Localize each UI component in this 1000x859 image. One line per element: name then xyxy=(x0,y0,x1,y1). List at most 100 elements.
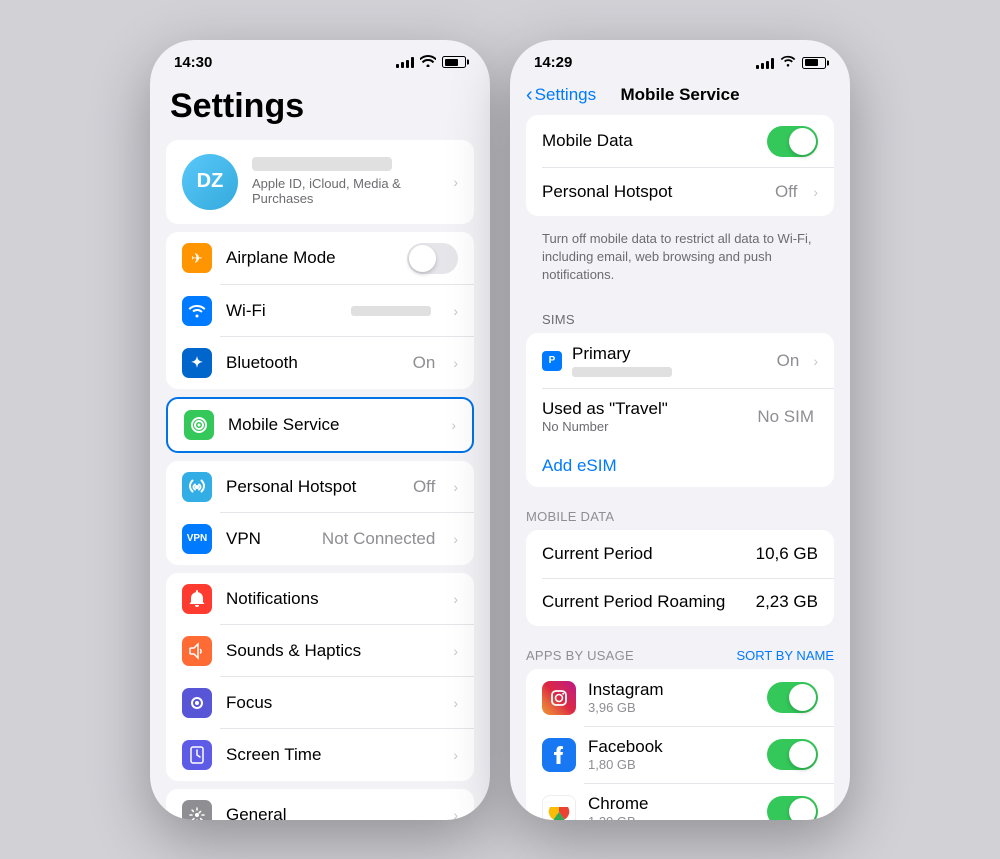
mobile-data-row[interactable]: Mobile Data xyxy=(526,115,834,168)
vpn-icon: VPN xyxy=(182,524,212,554)
apps-list: Instagram 3,96 GB Facebook 1,80 GB xyxy=(526,669,834,819)
facebook-toggle[interactable] xyxy=(767,739,818,770)
sort-by-name-button[interactable]: SORT BY NAME xyxy=(736,648,834,663)
screen-time-label: Screen Time xyxy=(226,745,439,765)
signal-bars-left xyxy=(396,56,414,68)
bluetooth-chevron-icon: › xyxy=(453,355,458,371)
current-period-roaming-row: Current Period Roaming 2,23 GB xyxy=(526,578,834,626)
left-phone: 14:30 Settings DZ xyxy=(150,40,490,820)
personal-hotspot-label: Personal Hotspot xyxy=(542,182,763,202)
current-period-value: 10,6 GB xyxy=(756,544,818,564)
current-period-roaming-label: Current Period Roaming xyxy=(542,592,744,612)
travel-text: Used as "Travel" No Number xyxy=(542,399,757,434)
chrome-info: Chrome 1,29 GB xyxy=(588,794,755,819)
current-period-roaming-value: 2,23 GB xyxy=(756,592,818,612)
current-period-row: Current Period 10,6 GB xyxy=(526,530,834,578)
primary-sim-value: On xyxy=(777,351,800,371)
status-bar-left: 14:30 xyxy=(150,40,490,79)
notifications-chevron-icon: › xyxy=(453,591,458,607)
apps-by-usage-header: APPS BY USAGE SORT BY NAME xyxy=(510,634,850,669)
general-icon xyxy=(182,800,212,820)
settings-group-connectivity: ✈ Airplane Mode Wi-Fi › xyxy=(166,232,474,389)
time-left: 14:30 xyxy=(174,54,212,71)
settings-group-hotspot-vpn: Personal Hotspot Off › VPN VPN Not Conne… xyxy=(166,461,474,565)
instagram-info: Instagram 3,96 GB xyxy=(588,680,755,715)
sounds-icon xyxy=(182,636,212,666)
instagram-icon xyxy=(542,681,576,715)
settings-row-vpn[interactable]: VPN VPN Not Connected › xyxy=(166,513,474,565)
sim-badge: P xyxy=(542,351,562,371)
general-label: General xyxy=(226,805,439,820)
primary-sim-row[interactable]: P Primary On › xyxy=(526,333,834,388)
mobile-service-chevron-icon: › xyxy=(451,417,456,433)
settings-row-notifications[interactable]: Notifications › xyxy=(166,573,474,625)
wifi-value-blur xyxy=(351,306,431,316)
sims-section: P Primary On › Used as "Travel" No xyxy=(526,333,834,487)
mobile-data-toggle[interactable] xyxy=(767,126,818,157)
mobile-data-header-label: MOBILE DATA xyxy=(526,509,614,524)
mobile-service-label: Mobile Service xyxy=(228,415,437,435)
settings-row-focus[interactable]: Focus › xyxy=(166,677,474,729)
detail-content[interactable]: Mobile Data Personal Hotspot Off › Turn … xyxy=(510,115,850,820)
instagram-size: 3,96 GB xyxy=(588,700,755,715)
notifications-label: Notifications xyxy=(226,589,439,609)
settings-row-wifi[interactable]: Wi-Fi › xyxy=(166,285,474,337)
settings-row-screen-time[interactable]: Screen Time › xyxy=(166,729,474,781)
apps-by-usage-label: APPS BY USAGE xyxy=(526,648,634,663)
facebook-info: Facebook 1,80 GB xyxy=(588,737,755,772)
vpn-value: Not Connected xyxy=(322,529,435,549)
airplane-toggle[interactable] xyxy=(407,243,458,274)
settings-group-system: Notifications › Sounds & Haptics › xyxy=(166,573,474,781)
page-title: Mobile Service xyxy=(600,85,760,105)
settings-row-hotspot[interactable]: Personal Hotspot Off › xyxy=(166,461,474,513)
travel-sim-row[interactable]: Used as "Travel" No Number No SIM xyxy=(526,388,834,445)
wifi-icon-left xyxy=(420,55,436,70)
bluetooth-icon: ✦ xyxy=(182,348,212,378)
mobile-data-label: Mobile Data xyxy=(542,131,755,151)
bluetooth-value: On xyxy=(413,353,436,373)
airplane-label: Airplane Mode xyxy=(226,248,393,268)
battery-icon-right xyxy=(802,57,826,69)
personal-hotspot-chevron-icon: › xyxy=(813,184,818,200)
screen-time-chevron-icon: › xyxy=(453,747,458,763)
hotspot-icon xyxy=(182,472,212,502)
facebook-icon xyxy=(542,738,576,772)
bluetooth-label: Bluetooth xyxy=(226,353,399,373)
app-row-instagram[interactable]: Instagram 3,96 GB xyxy=(526,669,834,726)
instagram-toggle[interactable] xyxy=(767,682,818,713)
notifications-icon xyxy=(182,584,212,614)
status-icons-left xyxy=(396,55,466,70)
sim-number-blur xyxy=(572,367,672,377)
back-button[interactable]: ‹ Settings xyxy=(526,84,596,107)
personal-hotspot-value: Off xyxy=(775,182,797,202)
focus-label: Focus xyxy=(226,693,439,713)
general-chevron-icon: › xyxy=(453,807,458,820)
settings-content[interactable]: DZ Apple ID, iCloud, Media & Purchases ›… xyxy=(150,140,490,820)
chrome-toggle[interactable] xyxy=(767,796,818,819)
mobile-service-wrapper[interactable]: Mobile Service › xyxy=(166,397,474,453)
settings-row-bluetooth[interactable]: ✦ Bluetooth On › xyxy=(166,337,474,389)
profile-info: Apple ID, iCloud, Media & Purchases xyxy=(252,157,439,206)
airplane-icon: ✈ xyxy=(182,243,212,273)
settings-row-general[interactable]: General › xyxy=(166,789,474,820)
settings-title: Settings xyxy=(150,79,490,140)
settings-row-airplane[interactable]: ✈ Airplane Mode xyxy=(166,232,474,285)
vpn-chevron-icon: › xyxy=(453,531,458,547)
add-esim-button[interactable]: Add eSIM xyxy=(526,445,834,487)
profile-card[interactable]: DZ Apple ID, iCloud, Media & Purchases › xyxy=(166,140,474,224)
settings-row-sounds[interactable]: Sounds & Haptics › xyxy=(166,625,474,677)
travel-sim-value: No SIM xyxy=(757,407,814,427)
avatar: DZ xyxy=(182,154,238,210)
travel-sim-sub: No Number xyxy=(542,419,757,434)
back-label: Settings xyxy=(535,85,596,105)
phones-container: 14:30 Settings DZ xyxy=(150,40,850,820)
instagram-name: Instagram xyxy=(588,680,755,700)
travel-sim-label: Used as "Travel" xyxy=(542,399,757,419)
settings-row-mobile-service[interactable]: Mobile Service › xyxy=(168,399,472,451)
personal-hotspot-row[interactable]: Personal Hotspot Off › xyxy=(526,168,834,216)
app-row-facebook[interactable]: Facebook 1,80 GB xyxy=(526,726,834,783)
app-row-chrome[interactable]: Chrome 1,29 GB xyxy=(526,783,834,819)
chrome-icon xyxy=(542,795,576,820)
primary-sim-name: Primary xyxy=(572,344,767,364)
sounds-chevron-icon: › xyxy=(453,643,458,659)
